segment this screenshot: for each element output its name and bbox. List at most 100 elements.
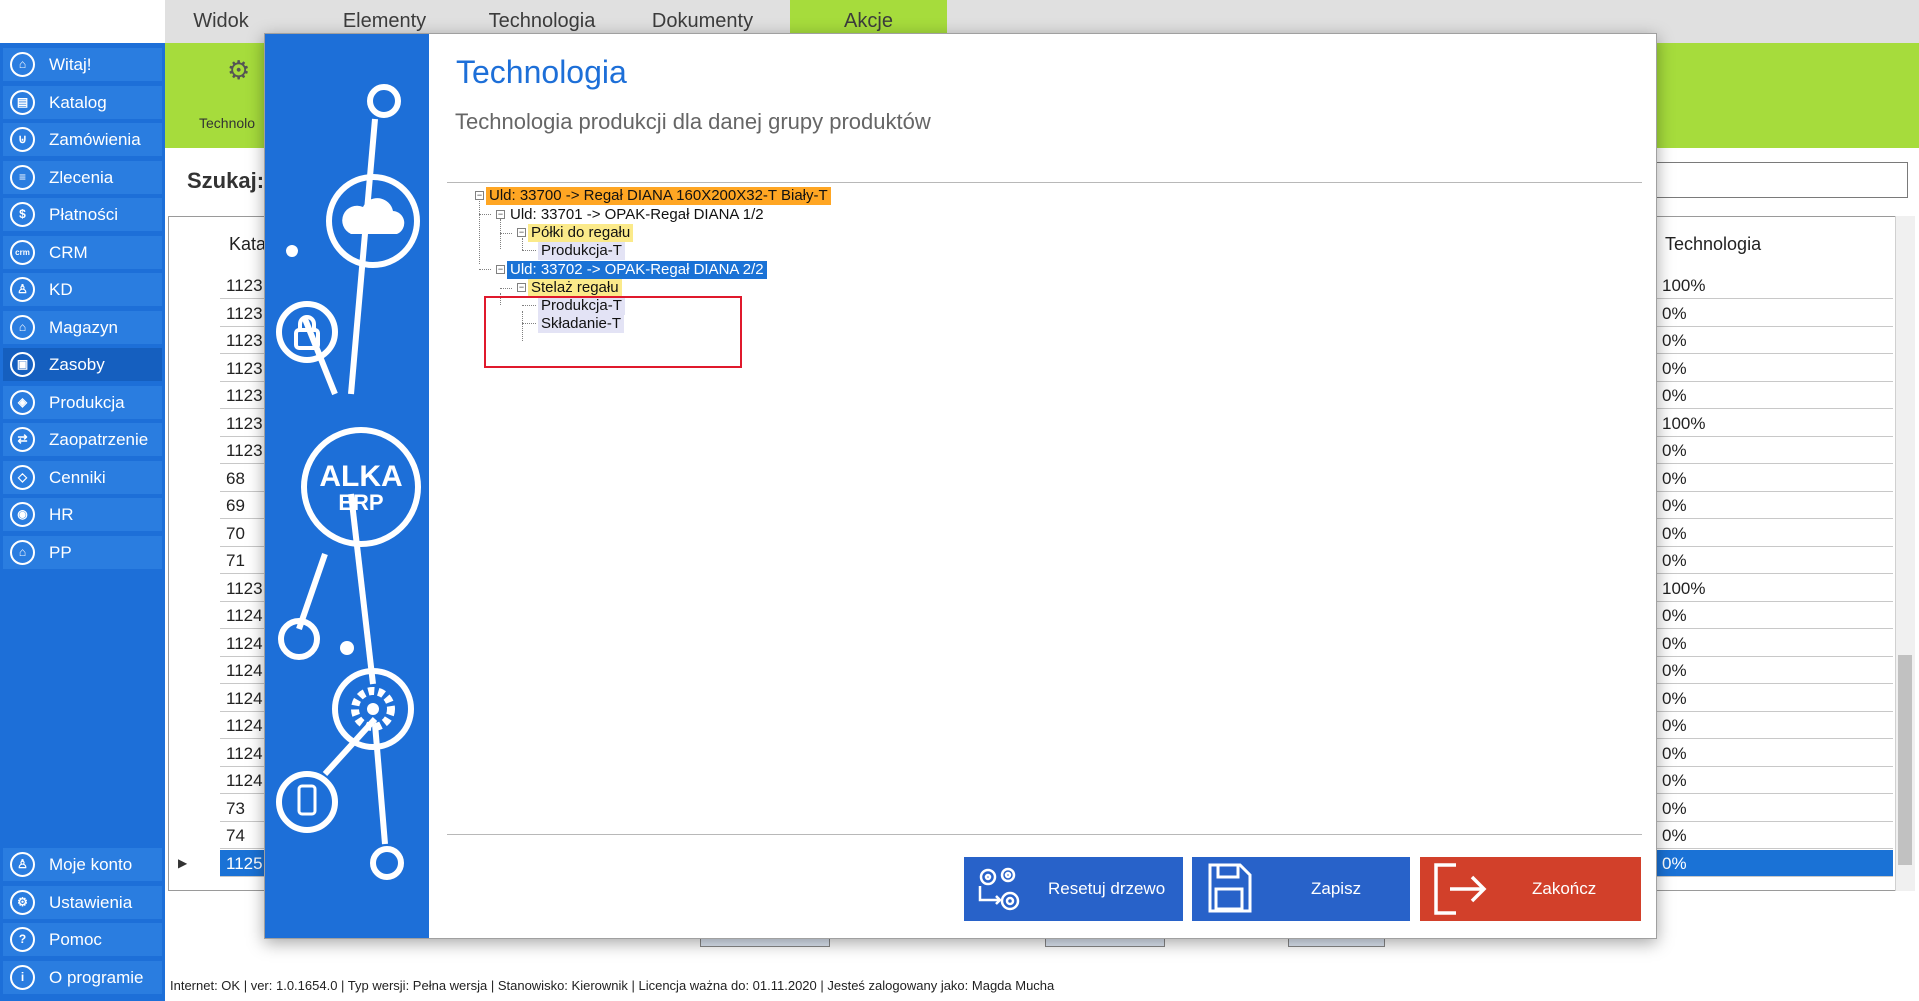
table-cell-technologia[interactable]: 0% bbox=[1657, 849, 1893, 877]
table-cell-technologia[interactable]: 0% bbox=[1657, 795, 1893, 822]
table-cell-katalog[interactable]: 1125 bbox=[220, 849, 265, 877]
table-cell-technologia[interactable]: 0% bbox=[1657, 437, 1893, 464]
sidebar-item-hr[interactable]: ◉ HR bbox=[3, 498, 162, 531]
gears-icon: ⚙ bbox=[227, 55, 251, 85]
grid-scroll-thumb[interactable] bbox=[1898, 655, 1912, 865]
sidebar-item-pomoc[interactable]: ? Pomoc bbox=[3, 923, 162, 956]
sidebar-item-produkcja[interactable]: ◈ Produkcja bbox=[3, 385, 162, 419]
table-cell-technologia[interactable]: 0% bbox=[1657, 712, 1893, 739]
table-cell-technologia[interactable]: 0% bbox=[1657, 300, 1893, 327]
sidebar-item-moje-konto[interactable]: ♙ Moje konto bbox=[3, 848, 162, 881]
tree-line bbox=[500, 288, 512, 289]
table-cell-katalog[interactable]: 1123 bbox=[220, 300, 265, 327]
table-cell-katalog[interactable]: 1124 bbox=[220, 657, 265, 684]
table-cell-katalog[interactable]: 1124 bbox=[220, 712, 265, 739]
tree-node-assembly[interactable]: Uld: 33701 -> OPAK-Regał DIANA 1/2 bbox=[507, 206, 767, 224]
sidebar-item-label: Moje konto bbox=[49, 855, 133, 874]
table-cell-technologia[interactable]: 0% bbox=[1657, 657, 1893, 684]
dialog-decoration-panel: ALKA ERP bbox=[265, 34, 429, 938]
column-header-technologia[interactable]: Technologia bbox=[1665, 234, 1761, 255]
sidebar-item-zasoby[interactable]: ▣ Zasoby bbox=[3, 348, 162, 381]
search-input[interactable] bbox=[1650, 162, 1908, 198]
table-cell-technologia[interactable]: 0% bbox=[1657, 685, 1893, 712]
table-cell-katalog[interactable]: 1124 bbox=[220, 685, 265, 712]
logo-alka-text: ALKA bbox=[319, 460, 402, 493]
table-cell-katalog[interactable]: 74 bbox=[220, 822, 265, 849]
logo-erp-text: ERP bbox=[338, 490, 383, 515]
table-cell-technologia[interactable]: 0% bbox=[1657, 327, 1893, 354]
table-cell-katalog[interactable]: 1123 bbox=[220, 382, 265, 409]
table-cell-katalog[interactable]: 73 bbox=[220, 795, 265, 822]
sidebar-item-label: Katalog bbox=[49, 92, 107, 112]
warehouse-icon: ⌂ bbox=[10, 314, 35, 340]
account-icon: ♙ bbox=[10, 852, 35, 877]
table-cell-technologia[interactable]: 0% bbox=[1657, 822, 1893, 849]
sidebar-item-zlecenia[interactable]: ≡ Zlecenia bbox=[3, 160, 162, 194]
sidebar-item-pp[interactable]: ⌂ PP bbox=[3, 535, 162, 569]
table-cell-katalog[interactable]: 71 bbox=[220, 547, 265, 574]
table-cell-technologia[interactable]: 0% bbox=[1657, 602, 1893, 629]
table-cell-katalog[interactable]: 1123 bbox=[220, 355, 265, 382]
table-cell-katalog[interactable]: 1123 bbox=[220, 272, 265, 299]
save-button[interactable]: Zapisz bbox=[1192, 857, 1410, 921]
home-icon: ⌂ bbox=[10, 52, 35, 77]
table-cell-katalog[interactable]: 68 bbox=[220, 465, 265, 492]
tree-node-group[interactable]: Półki do regału bbox=[528, 224, 634, 242]
tree-collapse-toggle[interactable]: − bbox=[475, 191, 484, 200]
sidebar-item-magazyn[interactable]: ⌂ Magazyn bbox=[3, 310, 162, 344]
table-cell-katalog[interactable]: 1123 bbox=[220, 327, 265, 354]
tree-node-operation[interactable]: Produkcja-T bbox=[538, 242, 625, 260]
row-pointer-icon: ▶ bbox=[178, 855, 188, 870]
table-cell-technologia[interactable]: 0% bbox=[1657, 355, 1893, 382]
tree-node-assembly-selected[interactable]: Uld: 33702 -> OPAK-Regał DIANA 2/2 bbox=[507, 261, 767, 279]
table-cell-technologia[interactable]: 0% bbox=[1657, 465, 1893, 492]
sidebar-item-crm[interactable]: crm CRM bbox=[3, 235, 162, 269]
tab-widok[interactable]: Widok bbox=[165, 0, 277, 43]
sidebar-item-label: Płatności bbox=[49, 205, 118, 224]
sidebar-item-ustawienia[interactable]: ⚙ Ustawienia bbox=[3, 885, 162, 919]
tree-line bbox=[500, 233, 512, 234]
table-cell-katalog[interactable]: 1124 bbox=[220, 602, 265, 629]
table-cell-katalog[interactable]: 69 bbox=[220, 492, 265, 519]
tree-node-group[interactable]: Stelaż regału bbox=[528, 279, 622, 297]
table-cell-katalog[interactable]: 1123 bbox=[220, 575, 265, 602]
table-cell-katalog[interactable]: 1123 bbox=[220, 410, 265, 437]
sidebar-item-witaj-[interactable]: ⌂ Witaj! bbox=[3, 48, 162, 81]
column-header-katalog[interactable]: Kata bbox=[229, 234, 266, 255]
table-cell-technologia[interactable]: 0% bbox=[1657, 520, 1893, 547]
sidebar-item-label: HR bbox=[49, 505, 74, 524]
sidebar-item-p-atno-ci[interactable]: $ Płatności bbox=[3, 198, 162, 231]
table-cell-katalog[interactable]: 1123 bbox=[220, 437, 265, 464]
table-cell-katalog[interactable]: 1124 bbox=[220, 740, 265, 767]
reset-tree-button[interactable]: Resetuj drzewo bbox=[964, 857, 1183, 921]
table-cell-technologia[interactable]: 100% bbox=[1657, 410, 1893, 437]
sidebar-item-katalog[interactable]: ▤ Katalog bbox=[3, 85, 162, 119]
sidebar-item-o-programie[interactable]: i O programie bbox=[3, 960, 162, 994]
tree-collapse-toggle[interactable]: − bbox=[517, 283, 526, 292]
sidebar-item-cenniki[interactable]: ◇ Cenniki bbox=[3, 460, 162, 494]
table-cell-technologia[interactable]: 100% bbox=[1657, 272, 1893, 299]
table-cell-technologia[interactable]: 0% bbox=[1657, 630, 1893, 657]
resources-icon: ▣ bbox=[10, 352, 35, 377]
table-cell-technologia[interactable]: 0% bbox=[1657, 547, 1893, 574]
table-cell-technologia[interactable]: 0% bbox=[1657, 740, 1893, 767]
tree-collapse-toggle[interactable]: − bbox=[496, 210, 505, 219]
highlight-frame bbox=[484, 296, 742, 368]
tree-collapse-toggle[interactable]: − bbox=[496, 265, 505, 274]
sidebar-item-zam-wienia[interactable]: ⊍ Zamówienia bbox=[3, 123, 162, 156]
table-cell-technologia[interactable]: 0% bbox=[1657, 492, 1893, 519]
hr-icon: ◉ bbox=[10, 502, 35, 527]
table-cell-technologia[interactable]: 100% bbox=[1657, 575, 1893, 602]
sidebar-item-kd[interactable]: ♙ KD bbox=[3, 273, 162, 306]
table-cell-katalog[interactable]: 70 bbox=[220, 520, 265, 547]
table-cell-technologia[interactable]: 0% bbox=[1657, 382, 1893, 409]
table-cell-technologia[interactable]: 0% bbox=[1657, 767, 1893, 794]
sidebar-item-zaopatrzenie[interactable]: ⇄ Zaopatrzenie bbox=[3, 423, 162, 456]
tree-collapse-toggle[interactable]: − bbox=[517, 228, 526, 237]
sidebar-item-label: Zaopatrzenie bbox=[49, 430, 149, 449]
close-button[interactable]: Zakończ bbox=[1420, 857, 1641, 921]
table-cell-katalog[interactable]: 1124 bbox=[220, 767, 265, 794]
table-cell-katalog[interactable]: 1124 bbox=[220, 630, 265, 657]
tree-node-root[interactable]: Uld: 33700 -> Regał DIANA 160X200X32-T B… bbox=[486, 187, 831, 205]
sidebar-item-label: Zasoby bbox=[49, 355, 105, 374]
